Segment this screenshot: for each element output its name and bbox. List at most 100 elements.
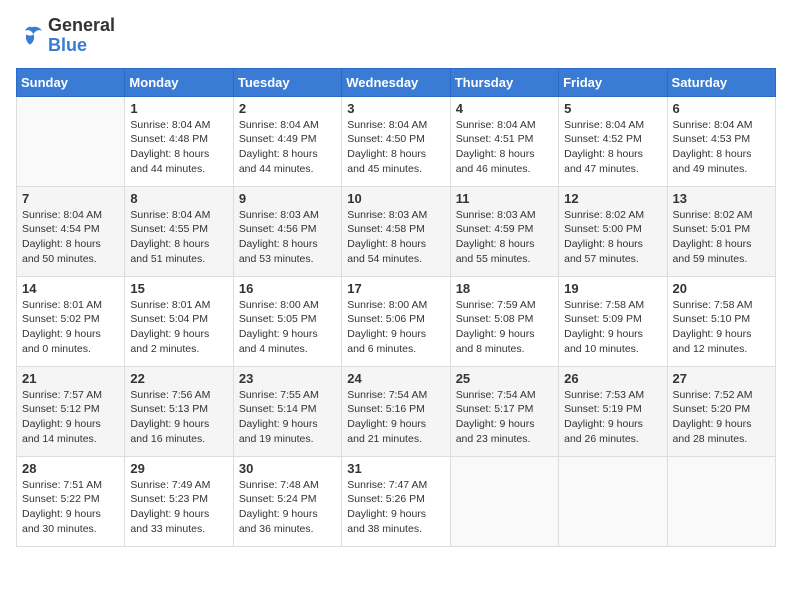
calendar-cell: 10 Sunrise: 8:03 AMSunset: 4:58 PMDayligh… — [342, 186, 450, 276]
day-info: Sunrise: 8:00 AMSunset: 5:05 PMDaylight:… — [239, 298, 336, 357]
logo: General Blue — [16, 16, 115, 56]
calendar-week-row: 14 Sunrise: 8:01 AMSunset: 5:02 PMDayligh… — [17, 276, 776, 366]
day-number: 25 — [456, 371, 553, 386]
day-info: Sunrise: 8:04 AMSunset: 4:49 PMDaylight:… — [239, 118, 336, 177]
weekday-header: Sunday — [17, 68, 125, 96]
calendar-header: SundayMondayTuesdayWednesdayThursdayFrid… — [17, 68, 776, 96]
day-info: Sunrise: 8:03 AMSunset: 4:59 PMDaylight:… — [456, 208, 553, 267]
calendar-cell: 13 Sunrise: 8:02 AMSunset: 5:01 PMDayligh… — [667, 186, 775, 276]
calendar-cell — [559, 456, 667, 546]
day-number: 5 — [564, 101, 661, 116]
calendar-cell: 3Sunrise: 8:04 AMSunset: 4:50 PMDaylight… — [342, 96, 450, 186]
day-number: 21 — [22, 371, 119, 386]
day-info: Sunrise: 7:54 AMSunset: 5:17 PMDaylight:… — [456, 388, 553, 447]
page-header: General Blue — [16, 16, 776, 56]
weekday-header: Monday — [125, 68, 233, 96]
day-info: Sunrise: 8:04 AMSunset: 4:53 PMDaylight:… — [673, 118, 770, 177]
calendar-cell: 2 Sunrise: 8:04 AMSunset: 4:49 PMDaylight… — [233, 96, 341, 186]
day-info: Sunrise: 8:04 AMSunset: 4:51 PMDaylight:… — [456, 118, 553, 177]
day-number: 11 — [456, 191, 553, 206]
day-number: 20 — [673, 281, 770, 296]
calendar-cell: 12 Sunrise: 8:02 AMSunset: 5:00 PMDayligh… — [559, 186, 667, 276]
day-info: Sunrise: 8:04 AMSunset: 4:48 PMDaylight:… — [130, 118, 227, 177]
day-info: Sunrise: 8:03 AMSunset: 4:58 PMDaylight:… — [347, 208, 444, 267]
day-info: Sunrise: 7:56 AMSunset: 5:13 PMDaylight:… — [130, 388, 227, 447]
day-number: 8 — [130, 191, 227, 206]
day-number: 31 — [347, 461, 444, 476]
day-info: Sunrise: 8:04 AMSunset: 4:52 PMDaylight:… — [564, 118, 661, 177]
day-number: 19 — [564, 281, 661, 296]
calendar-cell: 25 Sunrise: 7:54 AMSunset: 5:17 PMDayligh… — [450, 366, 558, 456]
calendar-week-row: 7 Sunrise: 8:04 AMSunset: 4:54 PMDaylight… — [17, 186, 776, 276]
weekday-header: Tuesday — [233, 68, 341, 96]
calendar-cell: 18 Sunrise: 7:59 AMSunset: 5:08 PMDayligh… — [450, 276, 558, 366]
day-number: 29 — [130, 461, 227, 476]
day-info: Sunrise: 7:59 AMSunset: 5:08 PMDaylight:… — [456, 298, 553, 357]
day-info: Sunrise: 8:02 AMSunset: 5:01 PMDaylight:… — [673, 208, 770, 267]
day-info: Sunrise: 8:00 AMSunset: 5:06 PMDaylight:… — [347, 298, 444, 357]
logo-text: General Blue — [48, 16, 115, 56]
day-info: Sunrise: 8:02 AMSunset: 5:00 PMDaylight:… — [564, 208, 661, 267]
day-info: Sunrise: 7:49 AMSunset: 5:23 PMDaylight:… — [130, 478, 227, 537]
calendar-cell: 17 Sunrise: 8:00 AMSunset: 5:06 PMDayligh… — [342, 276, 450, 366]
day-number: 13 — [673, 191, 770, 206]
calendar-cell: 9 Sunrise: 8:03 AMSunset: 4:56 PMDaylight… — [233, 186, 341, 276]
calendar-cell: 19 Sunrise: 7:58 AMSunset: 5:09 PMDayligh… — [559, 276, 667, 366]
day-number: 9 — [239, 191, 336, 206]
day-number: 16 — [239, 281, 336, 296]
calendar-cell: 5 Sunrise: 8:04 AMSunset: 4:52 PMDaylight… — [559, 96, 667, 186]
day-number: 3 — [347, 101, 444, 116]
calendar-week-row: 21Sunrise: 7:57 AMSunset: 5:12 PMDayligh… — [17, 366, 776, 456]
day-number: 23 — [239, 371, 336, 386]
day-number: 14 — [22, 281, 119, 296]
calendar-cell: 21Sunrise: 7:57 AMSunset: 5:12 PMDayligh… — [17, 366, 125, 456]
day-number: 15 — [130, 281, 227, 296]
calendar-cell: 11 Sunrise: 8:03 AMSunset: 4:59 PMDayligh… — [450, 186, 558, 276]
day-info: Sunrise: 7:47 AMSunset: 5:26 PMDaylight:… — [347, 478, 444, 537]
calendar-cell: 1 Sunrise: 8:04 AMSunset: 4:48 PMDaylight… — [125, 96, 233, 186]
day-number: 24 — [347, 371, 444, 386]
day-number: 30 — [239, 461, 336, 476]
calendar-cell: 7 Sunrise: 8:04 AMSunset: 4:54 PMDaylight… — [17, 186, 125, 276]
calendar-body: 1 Sunrise: 8:04 AMSunset: 4:48 PMDaylight… — [17, 96, 776, 546]
calendar-cell: 20Sunrise: 7:58 AMSunset: 5:10 PMDayligh… — [667, 276, 775, 366]
calendar-cell: 29 Sunrise: 7:49 AMSunset: 5:23 PMDayligh… — [125, 456, 233, 546]
calendar-cell: 15 Sunrise: 8:01 AMSunset: 5:04 PMDayligh… — [125, 276, 233, 366]
day-number: 22 — [130, 371, 227, 386]
day-number: 7 — [22, 191, 119, 206]
day-number: 1 — [130, 101, 227, 116]
calendar-week-row: 28Sunrise: 7:51 AMSunset: 5:22 PMDayligh… — [17, 456, 776, 546]
calendar-cell: 23Sunrise: 7:55 AMSunset: 5:14 PMDayligh… — [233, 366, 341, 456]
calendar-cell: 16 Sunrise: 8:00 AMSunset: 5:05 PMDayligh… — [233, 276, 341, 366]
calendar-cell: 14 Sunrise: 8:01 AMSunset: 5:02 PMDayligh… — [17, 276, 125, 366]
logo-bird-icon — [16, 24, 44, 48]
day-number: 17 — [347, 281, 444, 296]
day-info: Sunrise: 7:48 AMSunset: 5:24 PMDaylight:… — [239, 478, 336, 537]
day-info: Sunrise: 7:53 AMSunset: 5:19 PMDaylight:… — [564, 388, 661, 447]
day-number: 12 — [564, 191, 661, 206]
calendar-week-row: 1 Sunrise: 8:04 AMSunset: 4:48 PMDaylight… — [17, 96, 776, 186]
day-number: 4 — [456, 101, 553, 116]
day-info: Sunrise: 8:03 AMSunset: 4:56 PMDaylight:… — [239, 208, 336, 267]
day-number: 10 — [347, 191, 444, 206]
calendar-cell: 30 Sunrise: 7:48 AMSunset: 5:24 PMDayligh… — [233, 456, 341, 546]
day-info: Sunrise: 7:51 AMSunset: 5:22 PMDaylight:… — [22, 478, 119, 537]
calendar-cell: 27Sunrise: 7:52 AMSunset: 5:20 PMDayligh… — [667, 366, 775, 456]
day-number: 27 — [673, 371, 770, 386]
day-number: 18 — [456, 281, 553, 296]
weekday-header: Wednesday — [342, 68, 450, 96]
day-info: Sunrise: 7:58 AMSunset: 5:09 PMDaylight:… — [564, 298, 661, 357]
calendar-cell: 31 Sunrise: 7:47 AMSunset: 5:26 PMDayligh… — [342, 456, 450, 546]
calendar-cell: 22 Sunrise: 7:56 AMSunset: 5:13 PMDayligh… — [125, 366, 233, 456]
day-info: Sunrise: 8:01 AMSunset: 5:04 PMDaylight:… — [130, 298, 227, 357]
calendar-cell — [17, 96, 125, 186]
day-info: Sunrise: 8:01 AMSunset: 5:02 PMDaylight:… — [22, 298, 119, 357]
calendar-cell: 6Sunrise: 8:04 AMSunset: 4:53 PMDaylight… — [667, 96, 775, 186]
calendar-cell — [667, 456, 775, 546]
day-number: 2 — [239, 101, 336, 116]
day-info: Sunrise: 8:04 AMSunset: 4:54 PMDaylight:… — [22, 208, 119, 267]
calendar-cell: 4 Sunrise: 8:04 AMSunset: 4:51 PMDaylight… — [450, 96, 558, 186]
calendar-cell: 8Sunrise: 8:04 AMSunset: 4:55 PMDaylight… — [125, 186, 233, 276]
weekday-header: Thursday — [450, 68, 558, 96]
weekday-header: Friday — [559, 68, 667, 96]
